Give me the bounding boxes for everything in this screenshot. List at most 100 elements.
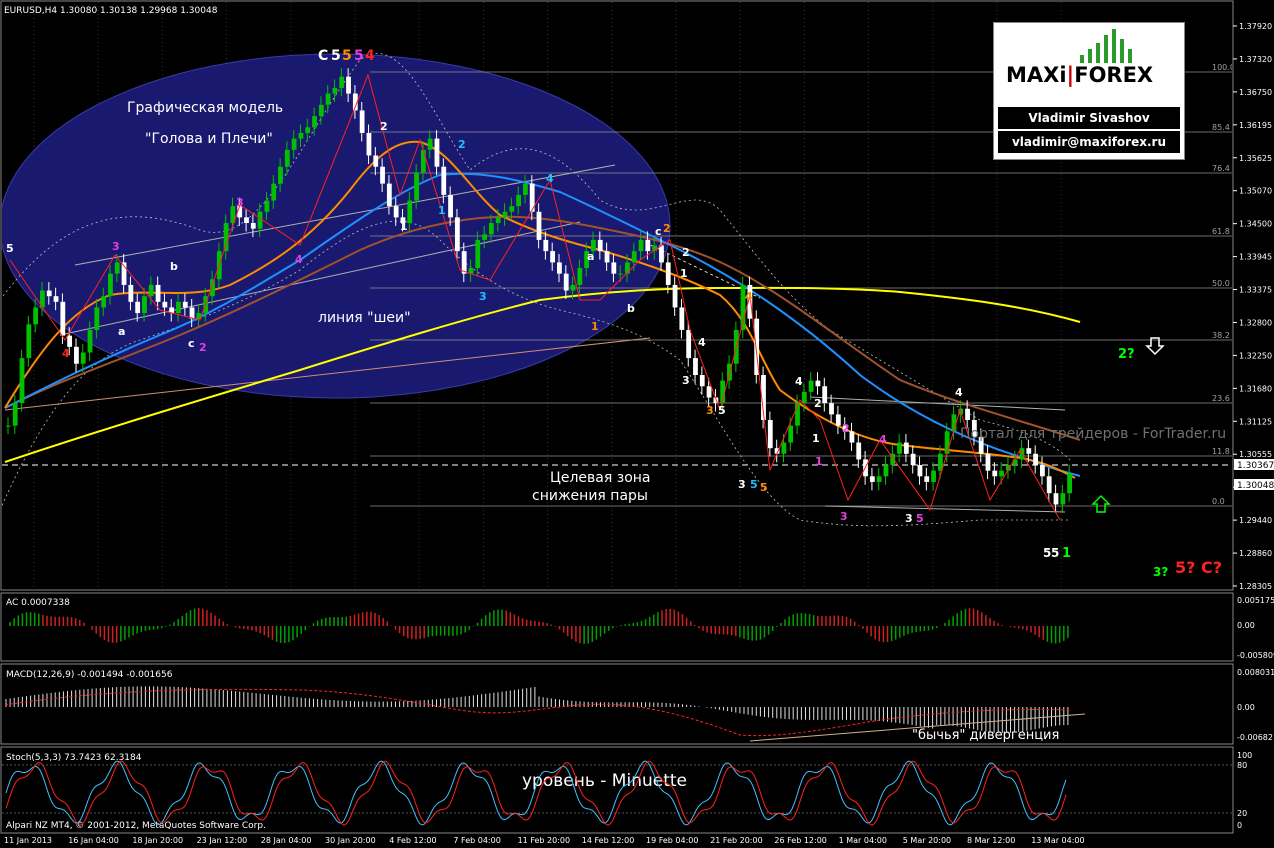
candle-body <box>427 138 433 150</box>
author-email: vladimir@maxiforex.ru <box>998 131 1180 153</box>
wave-label: 3 <box>112 240 120 253</box>
wave-label: 1 <box>591 320 599 333</box>
wave-label: 4 <box>745 290 753 303</box>
candle-body <box>94 307 100 330</box>
target-line-bottom <box>824 505 1066 513</box>
time-tick: 26 Feb 12:00 <box>774 836 826 845</box>
candle-body <box>312 116 317 128</box>
candle-body <box>271 183 277 201</box>
watermark: Портал для трейдеров - ForTrader.ru <box>960 426 1226 442</box>
candle-body <box>1039 465 1045 477</box>
candle-body <box>944 431 950 454</box>
wave-label: 2 <box>458 138 466 151</box>
wave-label: 4 <box>955 386 963 399</box>
candle-body <box>917 465 923 477</box>
svg-text:0: 0 <box>1237 821 1242 830</box>
candle-body <box>182 301 188 308</box>
time-tick: 16 Jan 04:00 <box>68 836 119 845</box>
candle-body <box>509 206 515 212</box>
candle-body <box>291 138 297 150</box>
time-tick: 11 Jan 2013 <box>4 836 52 845</box>
candle-body <box>373 155 379 167</box>
wave-label: c <box>188 337 195 350</box>
candle-body <box>60 301 66 336</box>
candle-body <box>577 268 583 285</box>
price-tick: 1.37920 <box>1239 22 1272 31</box>
candle-body <box>999 470 1004 477</box>
fib-level-label: 38.2 <box>1212 331 1230 340</box>
svg-text:20: 20 <box>1237 809 1247 818</box>
wave-label: a <box>118 325 125 338</box>
candle-body <box>856 442 862 460</box>
price-tick: 1.28305 <box>1239 582 1272 591</box>
wave-label: b <box>627 302 635 315</box>
candle-body <box>536 211 542 240</box>
wave-label: 4 <box>879 433 887 446</box>
wave-label: 3 <box>905 512 913 525</box>
candle-body <box>931 470 936 482</box>
wave-label: 2 <box>380 120 388 133</box>
candle-body <box>965 408 970 421</box>
candle-body <box>461 251 467 274</box>
candle-body <box>1033 453 1038 466</box>
price-tick: 1.29440 <box>1239 516 1272 525</box>
wave-label: 4 <box>365 48 375 64</box>
ac-ticks: 0.005175 0.00 -0.005809 <box>1237 596 1274 660</box>
candle-body <box>557 262 562 274</box>
wave-label: 5 <box>354 48 364 64</box>
candle-body <box>223 223 229 252</box>
time-axis: 11 Jan 2013 16 Jan 04:00 18 Jan 20:00 23 Ja… <box>4 836 1085 845</box>
hs-model-name: "Голова и Плечи" <box>145 131 273 147</box>
wave-label: 4 <box>795 375 803 388</box>
candle-body <box>1067 473 1072 494</box>
candle-body <box>366 132 372 156</box>
fib-level-label: 100.0 <box>1212 63 1235 72</box>
wave-label: 5? <box>1175 558 1195 577</box>
candle-body <box>325 93 331 105</box>
wave-label: 3 <box>840 510 848 523</box>
candle-body <box>897 442 902 454</box>
candle-body <box>910 453 916 466</box>
candle-body <box>305 127 311 133</box>
candle-body <box>12 403 18 426</box>
candle-body <box>686 329 692 359</box>
wave-label: 5 <box>6 242 14 255</box>
candle-body <box>380 166 385 184</box>
candle-body <box>278 166 283 184</box>
copyright: Alpari NZ MT4, © 2001-2012, MetaQuotes S… <box>6 821 266 831</box>
wave-label: 5 <box>916 512 924 525</box>
candle-body <box>706 386 712 398</box>
price-tick: 1.37320 <box>1239 55 1272 64</box>
time-tick: 13 Mar 04:00 <box>1031 836 1084 845</box>
wave-label: 2 <box>842 422 850 435</box>
wave-label: 5 <box>718 404 726 417</box>
candle-body <box>434 138 440 167</box>
price-tick: 1.35070 <box>1239 187 1272 196</box>
candle-body <box>114 262 120 274</box>
candle-body <box>985 453 991 471</box>
candle-body <box>332 87 338 94</box>
level-label: уровень - Minuette <box>522 771 687 791</box>
price-axis: 1.37920 1.37320 1.36750 1.36195 1.35625 1.350… <box>1233 22 1272 591</box>
time-tick: 5 Mar 20:00 <box>903 836 951 845</box>
price-tick: 1.30555 <box>1239 450 1272 459</box>
candle-body <box>19 358 25 404</box>
wave-label: C <box>318 48 328 64</box>
candle-body <box>808 380 814 392</box>
fib-level-label: 0.0 <box>1212 497 1225 506</box>
logo-bars-icon <box>1080 29 1132 63</box>
candle-body <box>1026 448 1032 454</box>
wave-label: 3 <box>706 404 714 417</box>
wave-label: 1 <box>812 432 820 445</box>
candle-body <box>454 217 460 252</box>
wave-label: 5 <box>331 48 341 64</box>
candle-body <box>788 425 794 443</box>
candle-body <box>128 284 134 302</box>
symbol-header: EURUSD,H4 1.30080 1.30138 1.29968 1.3004… <box>4 6 218 16</box>
price-tick: 1.35625 <box>1239 154 1272 163</box>
author-name: Vladimir Sivashov <box>998 107 1180 129</box>
fib-level-label: 76.4 <box>1212 164 1230 173</box>
candle-body <box>829 403 834 415</box>
candle-body <box>155 284 161 302</box>
candle-body <box>244 217 249 224</box>
